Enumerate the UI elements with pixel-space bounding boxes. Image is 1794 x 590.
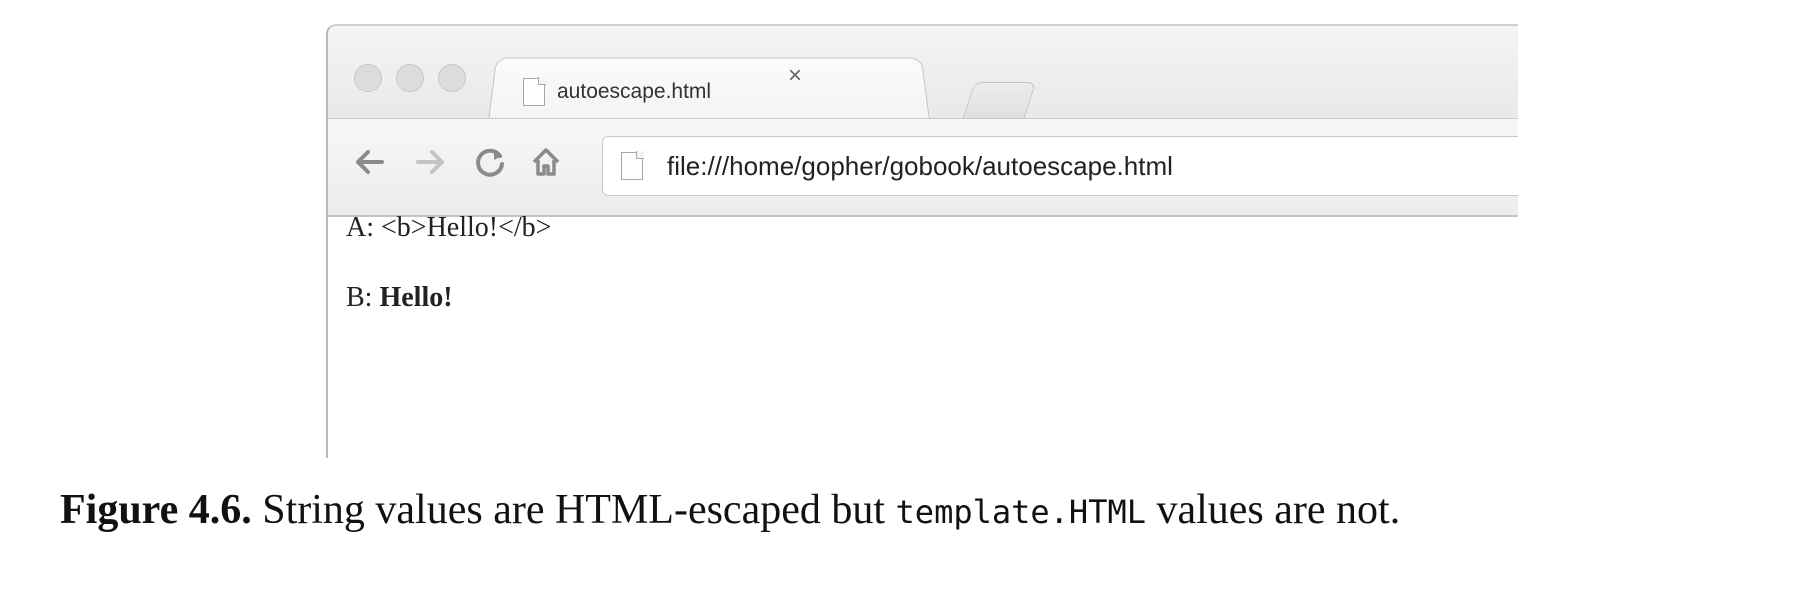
line-a-text: <b>Hello!</b> (381, 212, 552, 243)
line-a-prefix: A: (346, 212, 381, 243)
line-a: A: <b>Hello!</b> (346, 212, 551, 244)
minimize-window-button[interactable] (396, 64, 424, 92)
figure-label: Figure 4.6. (60, 487, 252, 533)
browser-window: autoescape.html × A: <b>Hello!</b> B: He… (326, 24, 1518, 458)
address-input[interactable] (665, 149, 1469, 183)
line-b-prefix: B: (346, 282, 380, 313)
forward-arrow-icon[interactable] (412, 144, 448, 186)
new-tab-button[interactable] (961, 82, 1037, 121)
tab-content: autoescape.html (523, 70, 923, 114)
tab-title: autoescape.html (557, 80, 712, 103)
line-b: B: Hello! (346, 282, 453, 314)
caption-code: template.HTML (895, 493, 1146, 531)
page-icon (621, 151, 644, 180)
home-icon[interactable] (528, 144, 564, 186)
tab-close-icon[interactable]: × (788, 62, 802, 90)
caption-text-after: values are not. (1156, 487, 1401, 533)
caption-text-before: String values are HTML-escaped but (262, 487, 886, 533)
reload-icon[interactable] (472, 144, 508, 186)
back-arrow-icon[interactable] (352, 144, 388, 186)
figure-caption: Figure 4.6. String values are HTML-escap… (60, 486, 1400, 534)
line-b-bold: Hello! (379, 282, 453, 313)
zoom-window-button[interactable] (438, 64, 466, 92)
close-window-button[interactable] (354, 64, 382, 92)
address-bar[interactable] (602, 136, 1518, 196)
page-icon (523, 77, 546, 106)
